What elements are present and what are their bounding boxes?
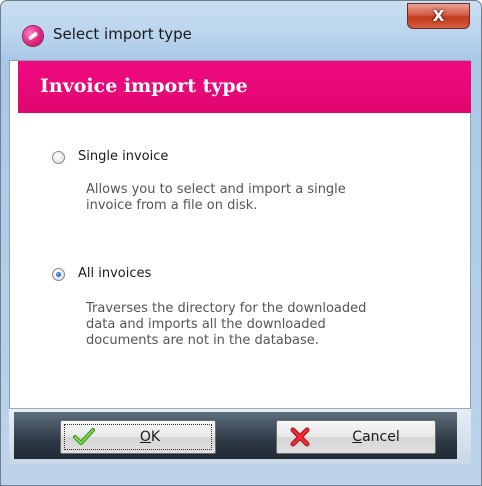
ok-mnemonic: O — [139, 429, 151, 445]
all-invoices-desc-line-2: data and imports all the downloaded — [86, 317, 326, 332]
header-banner: Invoice import type — [18, 61, 471, 113]
all-invoices-description: Traverses the directory for the download… — [86, 301, 446, 349]
single-invoice-radio[interactable] — [52, 151, 65, 164]
single-invoice-desc-line-2: invoice from a file on disk. — [86, 198, 258, 213]
all-invoices-desc-line-1: Traverses the directory for the download… — [86, 301, 367, 316]
single-invoice-desc-line-1: Allows you to select and import a single — [86, 182, 346, 197]
cancel-button[interactable]: Cancel — [276, 420, 436, 454]
window-title: Select import type — [53, 25, 192, 43]
banner-title: Invoice import type — [40, 75, 248, 97]
all-invoices-radio[interactable] — [52, 268, 65, 281]
cancel-button-label: Cancel — [277, 429, 435, 445]
close-button[interactable]: X — [407, 3, 470, 29]
cancel-label-rest: ancel — [362, 429, 400, 445]
all-invoices-label[interactable]: All invoices — [78, 266, 151, 281]
ok-button-label: OK — [61, 429, 215, 445]
cancel-mnemonic: C — [352, 429, 363, 445]
single-invoice-label[interactable]: Single invoice — [78, 149, 168, 164]
close-icon: X — [432, 7, 445, 25]
ok-button[interactable]: OK — [60, 420, 216, 454]
ok-label-rest: K — [150, 429, 161, 445]
title-bar[interactable]: Select import type X — [1, 1, 481, 61]
dialog-body — [9, 60, 471, 464]
single-invoice-description: Allows you to select and import a single… — [86, 182, 446, 214]
all-invoices-desc-line-3: documents are not in the database. — [86, 333, 319, 348]
app-icon — [23, 26, 43, 46]
